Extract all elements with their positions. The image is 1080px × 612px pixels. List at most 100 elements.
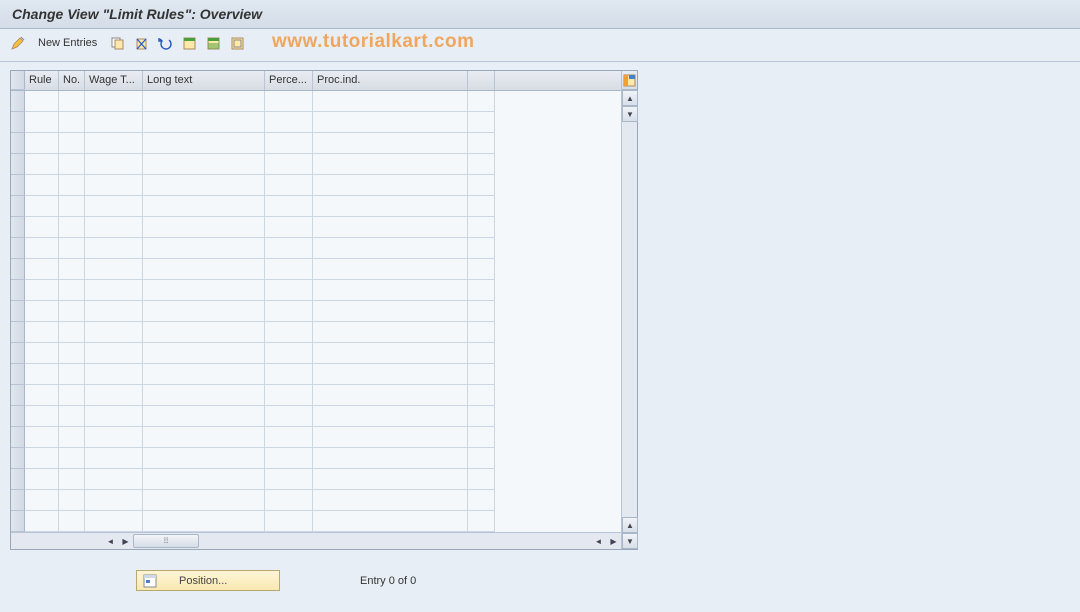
table-cell[interactable] [25, 133, 59, 154]
table-cell[interactable] [143, 343, 265, 364]
table-cell[interactable] [25, 511, 59, 532]
table-cell[interactable] [143, 133, 265, 154]
table-cell[interactable] [143, 175, 265, 196]
row-selector[interactable] [11, 154, 25, 175]
row-selector[interactable] [11, 364, 25, 385]
table-cell[interactable] [468, 112, 495, 133]
table-cell[interactable] [25, 427, 59, 448]
table-cell[interactable] [59, 238, 85, 259]
table-cell[interactable] [313, 511, 468, 532]
table-cell[interactable] [313, 154, 468, 175]
horizontal-scroll-thumb[interactable] [133, 534, 199, 548]
row-selector[interactable] [11, 511, 25, 532]
table-cell[interactable] [468, 511, 495, 532]
table-cell[interactable] [313, 448, 468, 469]
table-cell[interactable] [313, 196, 468, 217]
table-cell[interactable] [59, 301, 85, 322]
scroll-up-icon[interactable]: ▲ [622, 90, 638, 106]
table-cell[interactable] [313, 427, 468, 448]
table-cell[interactable] [85, 154, 143, 175]
undo-icon[interactable] [155, 33, 175, 53]
table-cell[interactable] [265, 154, 313, 175]
table-cell[interactable] [85, 196, 143, 217]
table-cell[interactable] [25, 280, 59, 301]
table-cell[interactable] [265, 511, 313, 532]
row-selector[interactable] [11, 217, 25, 238]
row-selector[interactable] [11, 490, 25, 511]
row-selector[interactable] [11, 448, 25, 469]
scroll-left-start-icon[interactable]: ◄ [103, 534, 118, 549]
table-cell[interactable] [143, 217, 265, 238]
row-selector[interactable] [11, 322, 25, 343]
column-header-long[interactable]: Long text [143, 71, 265, 90]
table-cell[interactable] [265, 133, 313, 154]
table-cell[interactable] [85, 112, 143, 133]
table-cell[interactable] [59, 322, 85, 343]
position-button[interactable]: Position... [136, 570, 280, 591]
table-cell[interactable] [25, 112, 59, 133]
table-cell[interactable] [313, 322, 468, 343]
row-selector[interactable] [11, 238, 25, 259]
table-cell[interactable] [143, 490, 265, 511]
table-cell[interactable] [25, 385, 59, 406]
table-cell[interactable] [468, 217, 495, 238]
table-cell[interactable] [85, 280, 143, 301]
table-cell[interactable] [85, 91, 143, 112]
table-cell[interactable] [265, 196, 313, 217]
table-cell[interactable] [265, 91, 313, 112]
table-cell[interactable] [468, 133, 495, 154]
table-cell[interactable] [313, 112, 468, 133]
table-cell[interactable] [85, 469, 143, 490]
table-cell[interactable] [313, 280, 468, 301]
table-cell[interactable] [313, 469, 468, 490]
table-cell[interactable] [143, 448, 265, 469]
table-cell[interactable] [59, 259, 85, 280]
vertical-scroll-track[interactable] [622, 122, 637, 517]
table-cell[interactable] [143, 322, 265, 343]
table-cell[interactable] [143, 112, 265, 133]
table-cell[interactable] [59, 427, 85, 448]
table-cell[interactable] [143, 511, 265, 532]
select-all-rows[interactable] [11, 71, 25, 90]
row-selector[interactable] [11, 91, 25, 112]
table-cell[interactable] [265, 490, 313, 511]
table-cell[interactable] [59, 175, 85, 196]
row-selector[interactable] [11, 133, 25, 154]
table-cell[interactable] [265, 259, 313, 280]
table-cell[interactable] [468, 469, 495, 490]
row-selector[interactable] [11, 406, 25, 427]
table-cell[interactable] [313, 301, 468, 322]
row-selector[interactable] [11, 385, 25, 406]
pencil-toggle-icon[interactable] [8, 33, 28, 53]
table-cell[interactable] [25, 175, 59, 196]
table-cell[interactable] [468, 448, 495, 469]
table-cell[interactable] [265, 427, 313, 448]
table-cell[interactable] [265, 406, 313, 427]
table-cell[interactable] [59, 91, 85, 112]
row-selector[interactable] [11, 112, 25, 133]
row-selector[interactable] [11, 301, 25, 322]
row-selector[interactable] [11, 196, 25, 217]
column-header-perc[interactable]: Perce... [265, 71, 313, 90]
select-block-icon[interactable] [203, 33, 223, 53]
table-cell[interactable] [143, 427, 265, 448]
table-cell[interactable] [468, 91, 495, 112]
table-cell[interactable] [265, 217, 313, 238]
table-cell[interactable] [468, 343, 495, 364]
table-cell[interactable] [25, 238, 59, 259]
table-cell[interactable] [85, 364, 143, 385]
table-cell[interactable] [313, 364, 468, 385]
table-cell[interactable] [265, 322, 313, 343]
table-cell[interactable] [468, 280, 495, 301]
new-entries-button[interactable]: New Entries [32, 35, 103, 51]
table-cell[interactable] [85, 427, 143, 448]
table-cell[interactable] [265, 469, 313, 490]
row-selector[interactable] [11, 280, 25, 301]
table-cell[interactable] [59, 196, 85, 217]
table-cell[interactable] [313, 175, 468, 196]
table-cell[interactable] [468, 427, 495, 448]
table-cell[interactable] [468, 490, 495, 511]
table-cell[interactable] [143, 154, 265, 175]
table-cell[interactable] [468, 406, 495, 427]
table-cell[interactable] [59, 112, 85, 133]
